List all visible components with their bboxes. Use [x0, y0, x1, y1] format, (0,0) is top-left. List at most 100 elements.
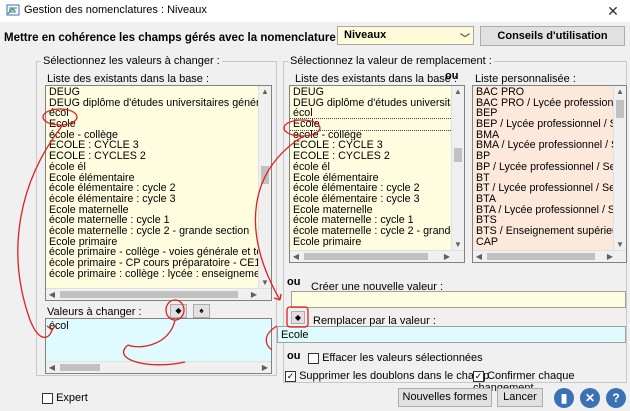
list-item[interactable]: BP — [473, 151, 626, 162]
values-hscroll[interactable]: ◀ ▶ — [46, 361, 271, 373]
scroll-left-icon[interactable]: ◀ — [46, 289, 58, 300]
list-item[interactable]: CAP — [473, 237, 626, 248]
list-item[interactable]: Ecole élémentaire — [290, 173, 464, 184]
list-item[interactable]: BTA — [473, 194, 626, 205]
right-existing-list[interactable]: DEUG DEUG diplôme d'études universitaires… — [289, 85, 465, 263]
list-item[interactable]: BAC PRO / Lycée professionnel / — [473, 98, 626, 109]
right-list-vscroll[interactable]: ▲ ▼ — [451, 86, 464, 251]
scroll-right-icon[interactable]: ▶ — [248, 289, 260, 300]
list-item[interactable]: écol — [290, 108, 464, 119]
list-item[interactable]: école él — [290, 162, 464, 173]
scroll-up-icon[interactable]: ▲ — [614, 86, 626, 98]
list-item[interactable]: école - collège — [46, 130, 271, 141]
left-group-title: Sélectionnez les valeurs à changer : — [41, 55, 222, 67]
expert-option[interactable]: Expert — [42, 392, 88, 404]
list-item[interactable]: BEP — [473, 108, 626, 119]
list-item[interactable]: école maternelle : cycle 2 - grande se — [290, 226, 464, 237]
list-item[interactable]: école élémentaire : cycle 3 — [46, 194, 271, 205]
scroll-right-icon[interactable]: ▶ — [604, 251, 616, 262]
values-to-change-list[interactable]: écol ◀ ▶ — [45, 318, 272, 374]
list-item[interactable]: école primaire : collège : lycée : ensei… — [46, 269, 271, 280]
move-up-button[interactable]: ♠ — [193, 304, 210, 318]
list-item[interactable]: DEUG diplôme d'études universitaires — [290, 98, 464, 109]
list-item[interactable]: école élémentaire : cycle 2 — [290, 183, 464, 194]
list-item[interactable]: ECOLE : CYCLES 2 — [46, 151, 271, 162]
list-item[interactable]: école - collège — [290, 130, 464, 141]
list-item[interactable]: Ecole maternelle — [46, 205, 271, 216]
custom-list-vscroll[interactable]: ▲ ▼ — [613, 86, 626, 251]
scroll-thumb[interactable] — [60, 291, 238, 298]
list-item[interactable]: ECOLE : CYCLE 3 — [46, 140, 271, 151]
scroll-thumb[interactable] — [616, 100, 624, 118]
list-item[interactable]: école maternelle : cycle 2 - grande sect… — [46, 226, 271, 237]
custom-list[interactable]: BAC PRO BAC PRO / Lycée professionnel / BE… — [472, 85, 627, 263]
list-item[interactable]: Ecole primaire — [46, 237, 271, 248]
confirm-checkbox[interactable]: ✓ — [473, 370, 484, 382]
right-list-hscroll[interactable]: ◀ ▶ — [290, 250, 464, 262]
erase-checkbox[interactable] — [308, 352, 319, 364]
list-item[interactable]: BTS — [473, 215, 626, 226]
help-icon[interactable]: ? — [606, 388, 626, 408]
list-item[interactable]: BAC PRO — [473, 87, 626, 98]
list-item[interactable]: école maternelle : cycle 1 — [46, 215, 271, 226]
list-item[interactable]: BT / Lycée professionnel / Secon — [473, 183, 626, 194]
list-item[interactable]: écol — [46, 108, 271, 119]
scroll-thumb[interactable] — [261, 166, 269, 184]
list-item[interactable]: Ecole maternelle — [290, 205, 464, 216]
scroll-left-icon[interactable]: ◀ — [290, 251, 302, 262]
left-list-hscroll[interactable]: ◀ ▶ — [46, 288, 271, 300]
custom-list-hscroll[interactable]: ◀ ▶ — [473, 250, 626, 262]
scroll-up-icon[interactable]: ▲ — [452, 86, 464, 98]
list-item[interactable]: ECOLE : CYCLE 3 — [290, 140, 464, 151]
left-existing-list[interactable]: DEUG DEUG diplôme d'études universitaires… — [45, 85, 272, 301]
list-item[interactable]: école élémentaire : cycle 2 — [46, 183, 271, 194]
list-item[interactable]: BMA / Lycée professionnel / Sec — [473, 140, 626, 151]
list-item[interactable]: BTS / Enseignement supérieur — [473, 226, 626, 237]
left-list-vscroll[interactable]: ▲ ▼ — [258, 86, 271, 289]
scroll-left-icon[interactable]: ◀ — [46, 362, 58, 373]
list-item[interactable]: DEUG — [46, 87, 271, 98]
list-item[interactable]: BTA / Lycée professionnel / Seco — [473, 205, 626, 216]
list-item[interactable]: DEUG diplôme d'études universitaires gén… — [46, 98, 271, 109]
list-item[interactable]: écol — [46, 321, 271, 332]
create-value-input[interactable] — [291, 291, 626, 308]
erase-option[interactable]: Effacer les valeurs sélectionnées — [308, 352, 483, 364]
scroll-right-icon[interactable]: ▶ — [259, 362, 271, 373]
new-forms-button[interactable]: Nouvelles formes — [398, 388, 492, 407]
list-item[interactable]: école él — [46, 162, 271, 173]
scroll-up-icon[interactable]: ▲ — [259, 86, 271, 98]
dedupe-option[interactable]: ✓ Supprimer les doublons dans le champ — [285, 370, 489, 382]
move-down-button[interactable]: ◆ — [170, 304, 187, 318]
arrow-down-icon: ◆ — [294, 313, 302, 322]
book-icon[interactable]: ▮ — [554, 388, 574, 408]
list-item[interactable]: DEUG — [290, 87, 464, 98]
scroll-thumb[interactable] — [60, 364, 100, 371]
scroll-right-icon[interactable]: ▶ — [441, 251, 453, 262]
list-item[interactable]: BP / Lycée professionnel / Secon — [473, 162, 626, 173]
dedupe-checkbox[interactable]: ✓ — [285, 370, 296, 382]
run-button[interactable]: Lancer — [497, 388, 543, 407]
scroll-thumb[interactable] — [454, 148, 462, 162]
list-item[interactable]: ECOLE : CYCLES 2 — [290, 151, 464, 162]
close-icon[interactable]: ✕ — [604, 2, 622, 20]
list-item[interactable]: Ecole élémentaire — [46, 173, 271, 184]
list-item[interactable]: Ecole primaire — [290, 237, 464, 248]
list-item[interactable]: Ecole — [46, 119, 271, 130]
scroll-thumb[interactable] — [304, 253, 428, 260]
scroll-thumb[interactable] — [487, 253, 595, 260]
list-item[interactable]: école maternelle : cycle 1 — [290, 215, 464, 226]
apply-selection-button[interactable]: ◆ — [291, 311, 305, 324]
list-item[interactable]: BMA — [473, 130, 626, 141]
scroll-left-icon[interactable]: ◀ — [473, 251, 485, 262]
list-item[interactable]: BEP / Lycée professionnel / Seco — [473, 119, 626, 130]
nomenclature-select[interactable]: Niveaux ﹀ — [337, 26, 474, 45]
list-item[interactable]: BT — [473, 173, 626, 184]
advice-button[interactable]: Conseils d'utilisation — [480, 26, 625, 46]
list-item[interactable]: Ecole — [290, 118, 464, 131]
list-item[interactable]: école primaire - collège - voies général… — [46, 247, 271, 258]
expert-checkbox[interactable] — [42, 392, 53, 404]
replace-value-input[interactable]: Ecole — [277, 326, 626, 343]
list-item[interactable]: école primaire - CP cours préparatoire -… — [46, 258, 271, 269]
close-icon[interactable]: ✕ — [580, 388, 600, 408]
list-item[interactable]: école élémentaire : cycle 3 — [290, 194, 464, 205]
